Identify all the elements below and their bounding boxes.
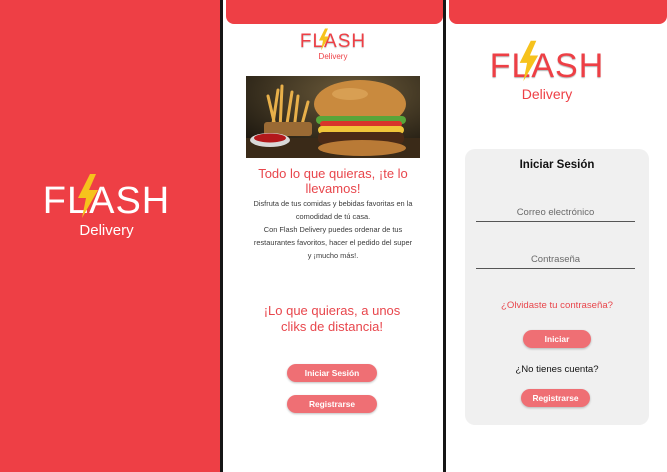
logo-wordmark-text: FLASH [489,47,605,85]
lightning-bolt-icon [78,174,98,218]
forgot-password-link[interactable]: ¿Olvidaste tu contraseña? [465,300,649,311]
welcome-description-paragraph: Disfruta de tus comidas y bebidas favori… [253,199,413,221]
welcome-login-button[interactable]: Iniciar Sesión [287,364,377,382]
welcome-register-button[interactable]: Registrarse [287,395,377,413]
no-account-text: ¿No tienes cuenta? [515,364,599,375]
welcome-description-paragraph: Con Flash Delivery puedes ordenar de tus… [253,224,413,260]
splash-screen: FLASH Delivery [0,0,220,472]
logo-wordmark-text: FLASH [299,31,367,52]
login-register-button[interactable]: Registrarse [521,389,590,407]
welcome-header-bar [226,0,443,24]
login-logo: FLASH Delivery [488,40,606,102]
email-field[interactable] [476,204,635,222]
logo-wordmark: FLASH [488,40,606,85]
logo-subtitle: Delivery [318,52,348,61]
login-header-bar [449,0,667,24]
splash-logo: FLASH Delivery [42,174,171,239]
welcome-tagline: ¡Lo que quieras, a unos cliks de distanc… [263,303,401,334]
welcome-description: Disfruta de tus comidas y bebidas favori… [252,198,414,263]
login-card [465,149,649,425]
burger-fries-photo-icon [246,76,420,158]
login-submit-button[interactable]: Iniciar [523,330,591,348]
logo-wordmark-text: FLASH [42,180,171,222]
logo-subtitle: Delivery [521,86,573,102]
welcome-logo: FLASH Delivery [299,28,367,61]
lightning-bolt-icon [319,28,329,51]
logo-wordmark: FLASH [42,174,171,222]
login-title: Iniciar Sesión [519,159,595,171]
food-photo [246,76,420,158]
welcome-headline: Todo lo que quieras, ¡te lo llevamos! [258,166,408,196]
lightning-bolt-icon [519,40,539,82]
logo-wordmark: FLASH [299,28,367,52]
logo-subtitle: Delivery [79,222,134,239]
app-canvas: FLASH Delivery FLASH Delivery Todo lo qu… [0,0,667,472]
password-field[interactable] [476,251,635,269]
